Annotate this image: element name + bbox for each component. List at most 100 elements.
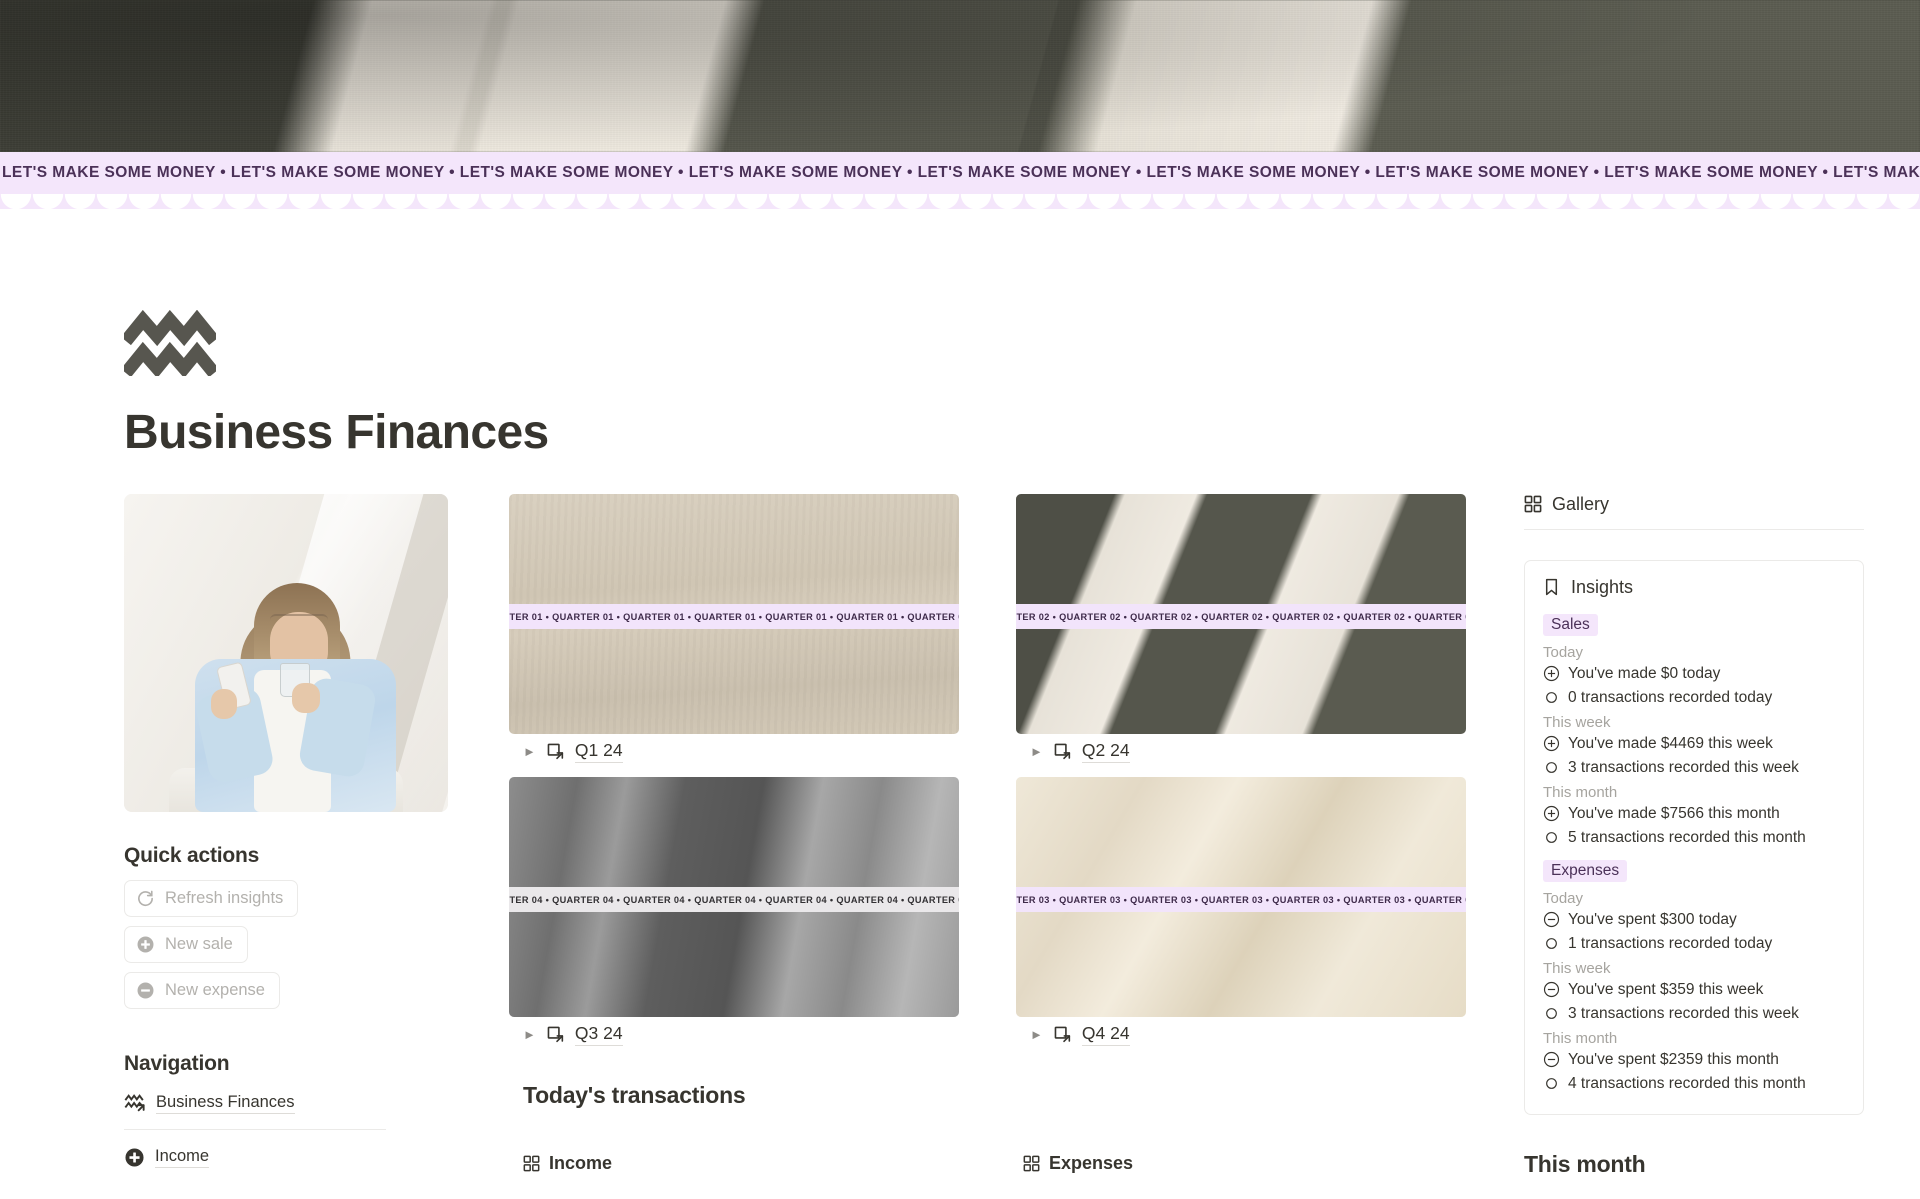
circle-outline-icon [1543,829,1560,846]
page-body: Business Finances Quick actions Refresh … [0,208,1920,1199]
expenses-amount-today-text: You've spent $300 today [1568,910,1737,928]
page-title: Business Finances [124,406,549,459]
toggle-triangle-icon[interactable]: ► [1030,745,1043,758]
cover-vignette [0,0,1920,152]
sales-amount-today-text: You've made $0 today [1568,664,1721,682]
expenses-count-today-text: 1 transactions recorded today [1568,934,1773,952]
bookmark-icon [1543,578,1560,596]
new-sale-button[interactable]: New sale [124,925,248,963]
sales-amount-week: You've made $4469 this week [1543,732,1847,756]
sales-count-week-text: 3 transactions recorded this week [1568,758,1799,776]
quarter-thumbnail[interactable]: QUARTER 04 • QUARTER 04 • QUARTER 04 • Q… [509,776,959,1017]
circle-outline-icon [1543,1075,1560,1092]
quarter-name[interactable]: Q3 24 [574,1023,623,1046]
navigation-divider [124,1128,386,1130]
new-expense-button[interactable]: New expense [124,971,280,1009]
marquee-band: LET'S MAKE SOME MONEY • LET'S MAKE SOME … [0,152,1920,194]
refresh-insights-label: Refresh insights [165,888,284,907]
quarter-card-q1: QUARTER 01 • QUARTER 01 • QUARTER 01 • Q… [509,493,959,763]
page-link-icon [546,742,565,761]
circle-outline-icon [1543,759,1560,776]
this-month-heading: This month [1524,1150,1646,1177]
expenses-amount-month: You've spent $2359 this month [1543,1048,1847,1072]
marquee-banner: LET'S MAKE SOME MONEY • LET'S MAKE SOME … [0,152,1920,209]
circle-outline-icon [1543,689,1560,706]
expenses-badge: Expenses [1543,859,1628,882]
page-link-icon [1053,1025,1072,1044]
sidebar-item-business-finances-label: Business Finances [156,1093,295,1114]
expenses-count-month: 4 transactions recorded this month [1543,1072,1847,1096]
scalloped-edge [0,194,1920,209]
cover-image [0,0,1920,152]
gallery-view-header[interactable]: Gallery [1524,494,1864,530]
expenses-amount-week-text: You've spent $359 this week [1568,980,1764,998]
refresh-icon [136,889,155,908]
quarter-name[interactable]: Q1 24 [574,740,623,763]
marquee-text: LET'S MAKE SOME MONEY • LET'S MAKE SOME … [2,164,1920,181]
cover-art [0,0,1920,152]
sales-count-month-text: 5 transactions recorded this month [1568,828,1806,846]
expenses-amount-today: You've spent $300 today [1543,908,1847,932]
quarter-thumbnail[interactable]: QUARTER 01 • QUARTER 01 • QUARTER 01 • Q… [509,493,959,734]
quarter-card-q2: QUARTER 02 • QUARTER 02 • QUARTER 02 • Q… [1016,493,1466,763]
quarter-thumbnail[interactable]: QUARTER 03 • QUARTER 03 • QUARTER 03 • Q… [1016,776,1466,1017]
quick-actions-list: Refresh insights New sale New expense [124,879,449,1018]
left-sidebar: Quick actions Refresh insights New sale … [124,493,509,1173]
quarter-band-text: QUARTER 04 • QUARTER 04 • QUARTER 04 • Q… [509,894,959,905]
gallery-grid-icon [523,1155,540,1172]
right-sidebar: Gallery Insights Sales Today You've made… [1524,494,1864,1199]
new-sale-label: New sale [165,934,233,953]
quarter-band-text: QUARTER 03 • QUARTER 03 • QUARTER 03 • Q… [1016,894,1466,905]
quarter-name[interactable]: Q4 24 [1081,1023,1130,1046]
plus-circle-outline-icon [1543,805,1560,822]
sidebar-item-business-finances[interactable]: Business Finances [124,1088,449,1119]
quarter-card-q4: QUARTER 03 • QUARTER 03 • QUARTER 03 • Q… [1016,776,1466,1046]
sales-period-today: Today [1543,643,1584,661]
quarter-band: QUARTER 03 • QUARTER 03 • QUARTER 03 • Q… [1016,887,1466,913]
sidebar-item-income-label: Income [155,1147,210,1168]
minus-circle-outline-icon [1543,981,1560,998]
minus-circle-outline-icon [1543,1051,1560,1068]
quarter-band-text: QUARTER 01 • QUARTER 01 • QUARTER 01 • Q… [509,611,959,622]
circle-outline-icon [1543,935,1560,952]
quarters-gallery: QUARTER 01 • QUARTER 01 • QUARTER 01 • Q… [509,493,1524,1174]
expenses-count-month-text: 4 transactions recorded this month [1568,1074,1806,1092]
expenses-gallery-header[interactable]: Expenses [1023,1153,1466,1174]
navigation-list: Business Finances Income [124,1088,449,1173]
refresh-insights-button[interactable]: Refresh insights [124,879,299,917]
sales-badge: Sales [1543,613,1598,636]
expenses-count-week-text: 3 transactions recorded this week [1568,1004,1799,1022]
aquarius-waves-icon [124,310,216,376]
expenses-amount-month-text: You've spent $2359 this month [1568,1050,1779,1068]
quarter-card-q3: QUARTER 04 • QUARTER 04 • QUARTER 04 • Q… [509,776,959,1046]
todays-transactions-heading: Today's transactions [523,1081,746,1108]
expenses-period-week: This week [1543,959,1611,977]
quarter-band: QUARTER 02 • QUARTER 02 • QUARTER 02 • Q… [1016,604,1466,630]
expenses-period-month: This month [1543,1029,1618,1047]
gallery-grid-icon [1023,1155,1040,1172]
profile-photo [124,493,448,812]
sales-period-month: This month [1543,783,1618,801]
circle-outline-icon [1543,1005,1560,1022]
quarter-band-text: QUARTER 02 • QUARTER 02 • QUARTER 02 • Q… [1016,611,1466,622]
quarter-thumbnail[interactable]: QUARTER 02 • QUARTER 02 • QUARTER 02 • Q… [1016,493,1466,734]
income-gallery-label: Income [549,1152,613,1173]
insights-card: Insights Sales Today You've made $0 toda… [1524,559,1864,1115]
toggle-triangle-icon[interactable]: ► [1030,1028,1043,1041]
expenses-amount-week: You've spent $359 this week [1543,978,1847,1002]
gallery-grid-icon [1524,495,1542,513]
expenses-gallery-label: Expenses [1049,1152,1134,1173]
plus-circle-icon [124,1147,145,1168]
toggle-triangle-icon[interactable]: ► [523,745,536,758]
sales-period-week: This week [1543,713,1611,731]
quarter-name[interactable]: Q2 24 [1081,740,1130,763]
plus-circle-outline-icon [1543,735,1560,752]
sales-count-week: 3 transactions recorded this week [1543,756,1847,780]
gallery-label: Gallery [1552,493,1610,514]
toggle-triangle-icon[interactable]: ► [523,1028,536,1041]
page-link-icon [1053,742,1072,761]
sidebar-item-income[interactable]: Income [124,1142,449,1173]
quick-actions-heading: Quick actions [124,843,260,867]
income-gallery-header[interactable]: Income [523,1153,966,1174]
new-expense-label: New expense [165,980,265,999]
